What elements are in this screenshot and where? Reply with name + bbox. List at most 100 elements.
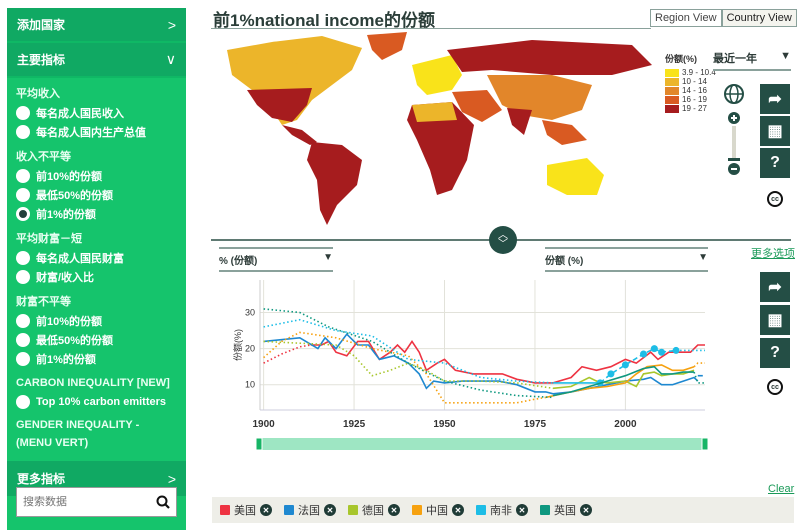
sidebar: 添加国家 > 主要指标 ∨ 平均收入 每名成人国民收入 每名成人国内生产总值 收入不平等前… xyxy=(7,8,186,530)
radio-button[interactable] xyxy=(16,206,30,221)
chart-table-button[interactable]: ▦ xyxy=(760,305,790,335)
main-indicators-header[interactable]: 主要指标 ∨ xyxy=(7,43,186,78)
radio-button[interactable] xyxy=(16,105,30,120)
series-line xyxy=(693,362,705,368)
zoom-in-icon[interactable] xyxy=(728,112,740,124)
range-handle-left[interactable] xyxy=(255,437,263,450)
map-australia[interactable] xyxy=(547,158,604,195)
series-line xyxy=(263,318,554,384)
map-russia[interactable] xyxy=(447,40,652,75)
country-name: 英国 xyxy=(554,505,576,517)
clear-link[interactable]: Clear xyxy=(768,483,794,495)
country-chip: 美国 ✕ xyxy=(220,502,272,518)
chevron-right-icon: > xyxy=(167,16,176,33)
indicator-option[interactable]: 前1%的份额 xyxy=(7,204,186,223)
legend-label: 3.9 - 10.4 xyxy=(682,68,716,77)
x-tick-label: 1925 xyxy=(343,419,366,430)
dropdown-arrow-icon: ▼ xyxy=(323,252,333,263)
indicator-option[interactable]: 前1%的份额 xyxy=(7,349,186,368)
line-chart: 1900 1925 1950 1975 2000 10 20 30 份额(%) xyxy=(232,280,709,450)
map-south-america[interactable] xyxy=(307,142,362,225)
legend-item: 16 - 19 xyxy=(665,95,716,104)
tab-country-view[interactable]: Country View xyxy=(721,9,797,27)
cc-license-icon[interactable]: cc xyxy=(767,379,783,395)
gender-inequality-heading[interactable]: GENDER INEQUALITY - (MENU VERT) xyxy=(7,411,186,457)
indicator-option[interactable]: 每名成人国民收入 xyxy=(7,103,186,122)
zoom-out-icon[interactable] xyxy=(728,163,740,175)
remove-country-icon[interactable]: ✕ xyxy=(516,504,528,516)
map-usa[interactable] xyxy=(247,88,312,122)
map-asia[interactable] xyxy=(487,75,592,120)
remove-country-icon[interactable]: ✕ xyxy=(260,504,272,516)
radio-button[interactable] xyxy=(16,269,30,284)
y-axis-label: 份额(%) xyxy=(232,329,243,361)
chart-share-button[interactable]: ➦ xyxy=(760,272,790,302)
tab-region-view[interactable]: Region View xyxy=(650,9,722,27)
radio-button[interactable] xyxy=(16,313,30,328)
globe-icon[interactable] xyxy=(724,84,744,104)
map-india[interactable] xyxy=(507,108,532,135)
share-button[interactable]: ➦ xyxy=(760,84,790,114)
chevron-down-icon: ∨ xyxy=(165,51,176,67)
country-name: 南非 xyxy=(490,505,512,517)
indicator-group-heading: 平均收入 xyxy=(16,88,60,100)
add-country-button[interactable]: 添加国家 > xyxy=(7,8,186,43)
data-point xyxy=(650,345,658,353)
indicator-option[interactable]: 财富/收入比 xyxy=(7,267,186,286)
table-icon: ▦ xyxy=(767,312,783,329)
country-color-swatch xyxy=(220,505,230,515)
range-handle-right[interactable] xyxy=(701,437,709,450)
map-central-america[interactable] xyxy=(282,125,317,145)
indicator-option[interactable]: 每名成人国民财富 xyxy=(7,248,186,267)
cc-license-icon[interactable]: cc xyxy=(767,191,783,207)
zoom-slider-handle[interactable] xyxy=(728,158,740,161)
map-greenland[interactable] xyxy=(367,32,407,60)
y-tick-label: 30 xyxy=(245,308,255,318)
period-select[interactable]: 最近一年 ▼ xyxy=(713,50,791,71)
indicator-option[interactable]: 最低50%的份额 xyxy=(7,185,186,204)
legend-swatch xyxy=(665,68,679,77)
map-north-africa[interactable] xyxy=(412,102,457,122)
option-label: 前1%的份额 xyxy=(36,208,96,221)
radio-button[interactable] xyxy=(16,351,30,366)
indicator-option[interactable]: 前10%的份额 xyxy=(7,311,186,330)
search-input[interactable] xyxy=(23,496,143,508)
radio-button[interactable] xyxy=(16,124,30,139)
radio-button[interactable] xyxy=(16,168,30,183)
more-options-link[interactable]: 更多选项 xyxy=(751,245,795,261)
remove-country-icon[interactable]: ✕ xyxy=(324,504,336,516)
radio-button[interactable] xyxy=(16,187,30,202)
legend-item: 3.9 - 10.4 xyxy=(665,68,716,77)
right-unit-select[interactable]: 份额 (%) ▼ xyxy=(545,247,708,272)
indicator-option[interactable]: 前10%的份额 xyxy=(7,166,186,185)
country-name: 法国 xyxy=(298,505,320,517)
legend-label: 19 - 27 xyxy=(682,104,707,113)
help-button[interactable]: ? xyxy=(760,148,790,178)
radio-button[interactable] xyxy=(16,250,30,265)
zoom-slider[interactable] xyxy=(732,126,736,161)
remove-country-icon[interactable]: ✕ xyxy=(452,504,464,516)
chart-help-button[interactable]: ? xyxy=(760,338,790,368)
search-icon[interactable] xyxy=(156,495,170,509)
world-map[interactable] xyxy=(212,30,657,235)
indicator-option[interactable]: 最低50%的份额 xyxy=(7,330,186,349)
radio-button[interactable] xyxy=(16,394,30,409)
data-point xyxy=(658,348,666,356)
remove-country-icon[interactable]: ✕ xyxy=(580,504,592,516)
country-color-swatch xyxy=(412,505,422,515)
radio-button[interactable] xyxy=(16,332,30,347)
indicator-option[interactable]: 每名成人国内生产总值 xyxy=(7,122,186,141)
table-button[interactable]: ▦ xyxy=(760,116,790,146)
series-line xyxy=(552,369,695,390)
legend-label: 14 - 16 xyxy=(682,86,707,95)
expand-collapse-toggle[interactable]: ︿ ﹀ xyxy=(489,226,517,254)
option-label: 前1%的份额 xyxy=(36,353,96,366)
time-range-slider[interactable] xyxy=(258,438,707,450)
indicator-group-heading: CARBON INEQUALITY [NEW] xyxy=(16,377,170,389)
help-icon: ? xyxy=(770,344,780,361)
left-unit-select[interactable]: % (份额) ▼ xyxy=(219,247,333,272)
remove-country-icon[interactable]: ✕ xyxy=(388,504,400,516)
series-line xyxy=(263,344,311,364)
map-southeast-asia[interactable] xyxy=(542,120,587,145)
indicator-option[interactable]: Top 10% carbon emitters xyxy=(7,392,186,411)
